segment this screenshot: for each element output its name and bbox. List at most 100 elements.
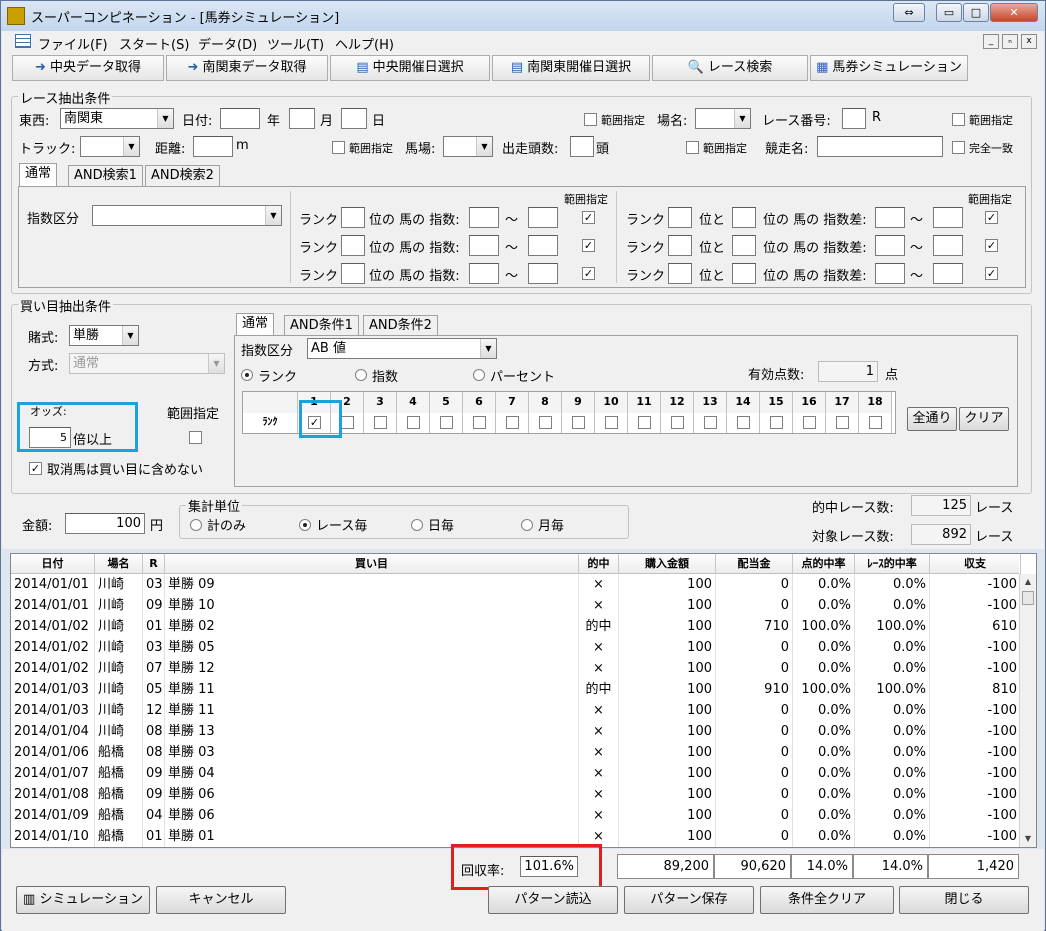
buy-index-class-select[interactable]: AB 値 ▼ <box>307 338 497 359</box>
index-max-input[interactable] <box>528 235 558 256</box>
table-row[interactable]: 2014/01/03 川崎 05 単勝 11 的中 100 910 100.0% 100.0% 8… <box>11 679 1021 700</box>
race-tab-and2[interactable]: AND検索2 <box>145 165 220 186</box>
rank-input[interactable] <box>341 263 365 284</box>
rank-checkbox[interactable] <box>836 416 849 429</box>
rank-a-input[interactable] <box>668 235 692 256</box>
diff-min-input[interactable] <box>875 207 905 228</box>
race-no-input[interactable] <box>842 108 866 129</box>
diff-min-input[interactable] <box>875 235 905 256</box>
table-row[interactable]: 2014/01/08 船橋 09 単勝 06 × 100 0 0.0% 0.0% -100 <box>11 784 1021 805</box>
table-row[interactable]: 2014/01/01 川崎 09 単勝 10 × 100 0 0.0% 0.0% -100 <box>11 595 1021 616</box>
rank-b-input[interactable] <box>732 207 756 228</box>
radio-rank[interactable] <box>241 369 253 381</box>
column-header[interactable]: 日付 <box>11 554 95 574</box>
rank-input[interactable] <box>341 207 365 228</box>
year-input[interactable] <box>220 108 260 129</box>
rank-checkbox[interactable] <box>737 416 750 429</box>
race-name-input[interactable] <box>817 136 943 157</box>
menu-start[interactable]: スタート(S) <box>119 34 189 53</box>
nankanto-data-button[interactable]: ➜ 南関東データ取得 <box>166 55 328 81</box>
rank-checkbox[interactable] <box>374 416 387 429</box>
agg-day-radio[interactable] <box>411 519 423 531</box>
all-combinations-button[interactable]: 全通り <box>907 407 957 431</box>
column-header[interactable]: 購入金額 <box>619 554 716 574</box>
entries-input[interactable] <box>570 136 594 157</box>
nankanto-date-button[interactable]: ▤ 南関東開催日選択 <box>492 55 650 81</box>
diff-range-checkbox[interactable]: ✓ <box>985 211 998 224</box>
rank-b-input[interactable] <box>732 263 756 284</box>
table-row[interactable]: 2014/01/02 川崎 03 単勝 05 × 100 0 0.0% 0.0% -100 <box>11 637 1021 658</box>
race-search-button[interactable]: 🔍 レース検索 <box>652 55 808 81</box>
entries-range-checkbox[interactable] <box>686 141 699 154</box>
method-select[interactable]: 通常 ▼ <box>69 353 225 374</box>
date-range-checkbox[interactable] <box>584 113 597 126</box>
column-header[interactable]: 的中 <box>579 554 619 574</box>
central-data-button[interactable]: ➜ 中央データ取得 <box>12 55 164 81</box>
diff-range-checkbox[interactable]: ✓ <box>985 267 998 280</box>
menu-help[interactable]: ヘルプ(H) <box>335 34 394 53</box>
index-max-input[interactable] <box>528 207 558 228</box>
table-row[interactable]: 2014/01/09 船橋 04 単勝 06 × 100 0 0.0% 0.0% -100 <box>11 805 1021 826</box>
rank-b-input[interactable] <box>732 235 756 256</box>
rank-checkbox[interactable] <box>440 416 453 429</box>
simulation-button[interactable]: ▥ シミュレーション <box>16 886 150 914</box>
buy-tab-and1[interactable]: AND条件1 <box>284 315 359 336</box>
table-row[interactable]: 2014/01/02 川崎 07 単勝 12 × 100 0 0.0% 0.0% -100 <box>11 658 1021 679</box>
race-tab-and1[interactable]: AND検索1 <box>68 165 143 186</box>
table-row[interactable]: 2014/01/03 川崎 12 単勝 11 × 100 0 0.0% 0.0% -100 <box>11 700 1021 721</box>
day-input[interactable] <box>341 108 367 129</box>
clear-rank-button[interactable]: クリア <box>959 407 1009 431</box>
table-row[interactable]: 2014/01/01 川崎 03 単勝 09 × 100 0 0.0% 0.0% -100 <box>11 574 1021 595</box>
diff-max-input[interactable] <box>933 235 963 256</box>
place-select[interactable]: ▼ <box>695 108 751 129</box>
agg-total-radio[interactable] <box>190 519 202 531</box>
index-min-input[interactable] <box>469 235 499 256</box>
diff-max-input[interactable] <box>933 263 963 284</box>
rank-checkbox[interactable] <box>539 416 552 429</box>
diff-min-input[interactable] <box>875 263 905 284</box>
radio-index[interactable] <box>355 369 367 381</box>
rank-checkbox[interactable] <box>704 416 717 429</box>
column-header[interactable]: R <box>143 554 165 574</box>
scroll-thumb[interactable] <box>1022 591 1034 605</box>
rank-checkbox[interactable] <box>572 416 585 429</box>
amount-input[interactable]: 100 <box>65 513 145 534</box>
distance-input[interactable] <box>193 136 233 157</box>
close-button[interactable]: ✕ <box>990 3 1038 22</box>
save-pattern-button[interactable]: パターン保存 <box>624 886 754 914</box>
load-pattern-button[interactable]: パターン読込 <box>488 886 618 914</box>
index-range-checkbox[interactable]: ✓ <box>582 211 595 224</box>
index-min-input[interactable] <box>469 263 499 284</box>
mdi-restore-button[interactable]: ₙ <box>1002 34 1018 49</box>
menu-file[interactable]: ファイル(F) <box>38 34 108 53</box>
mdi-close-button[interactable]: x <box>1021 34 1037 49</box>
index-range-checkbox[interactable]: ✓ <box>582 267 595 280</box>
rank-checkbox[interactable] <box>803 416 816 429</box>
touzai-select[interactable]: 南関東 ▼ <box>60 108 174 129</box>
baba-select[interactable]: ▼ <box>443 136 493 157</box>
race-no-range-checkbox[interactable] <box>952 113 965 126</box>
rank-checkbox[interactable] <box>407 416 420 429</box>
rank-checkbox[interactable] <box>506 416 519 429</box>
scroll-up-icon[interactable]: ▲ <box>1020 574 1036 590</box>
odds-range-checkbox[interactable] <box>189 431 202 444</box>
central-date-button[interactable]: ▤ 中央開催日選択 <box>330 55 490 81</box>
column-header[interactable]: ﾚｰｽ的中率 <box>855 554 930 574</box>
restore-icon[interactable]: ⇔ <box>893 3 925 22</box>
rank-input[interactable] <box>341 235 365 256</box>
month-input[interactable] <box>289 108 315 129</box>
maximize-button[interactable]: □ <box>963 3 989 22</box>
rank-checkbox[interactable] <box>605 416 618 429</box>
buy-tab-normal[interactable]: 通常 <box>236 313 275 336</box>
close-dialog-button[interactable]: 閉じる <box>899 886 1029 914</box>
rank-checkbox[interactable] <box>473 416 486 429</box>
clear-all-conditions-button[interactable]: 条件全クリア <box>760 886 894 914</box>
diff-range-checkbox[interactable]: ✓ <box>985 239 998 252</box>
column-header[interactable]: 場名 <box>95 554 143 574</box>
index-max-input[interactable] <box>528 263 558 284</box>
diff-max-input[interactable] <box>933 207 963 228</box>
radio-percent[interactable] <box>473 369 485 381</box>
rank-checkbox[interactable] <box>671 416 684 429</box>
distance-range-checkbox[interactable] <box>332 141 345 154</box>
rank-checkbox[interactable] <box>638 416 651 429</box>
